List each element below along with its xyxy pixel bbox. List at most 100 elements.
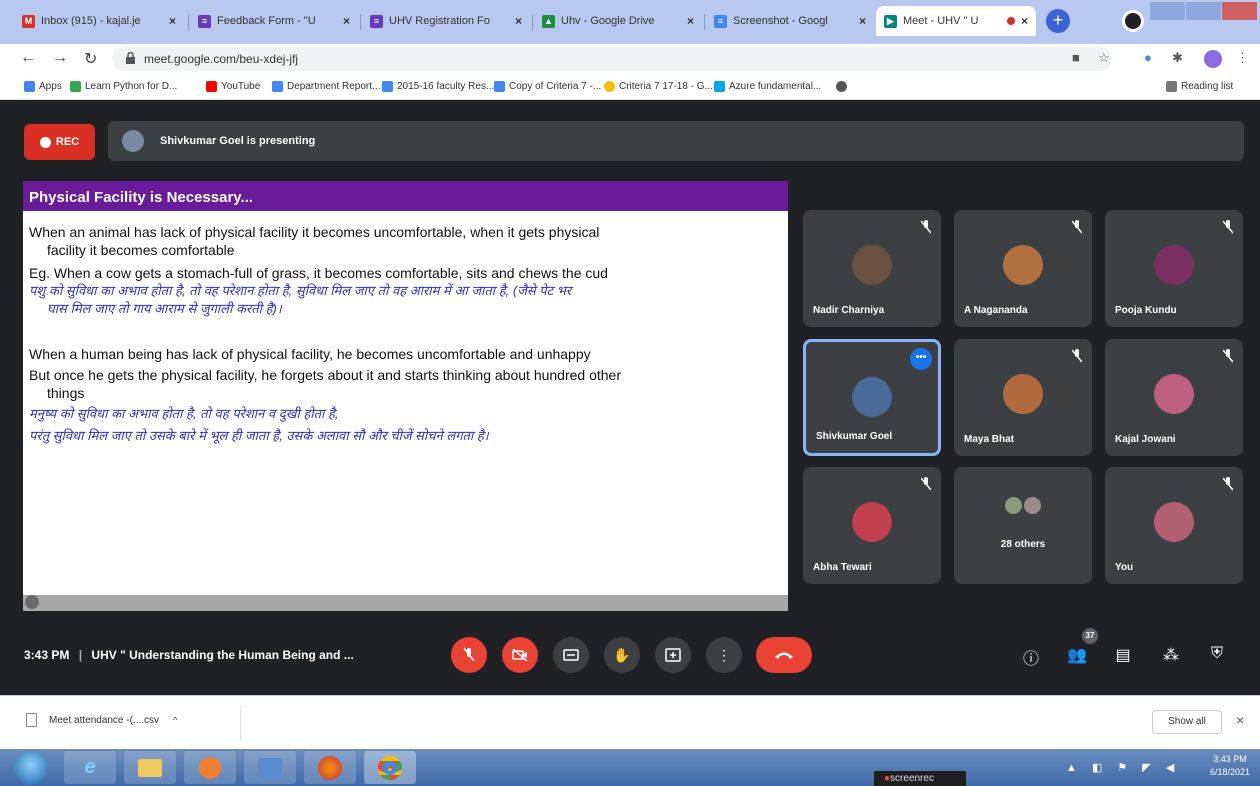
mic-off-icon — [921, 477, 931, 491]
app-icon[interactable] — [244, 751, 296, 784]
tab-uhv-registration[interactable]: ≡ UHV Registration Fo × — [362, 6, 530, 36]
meeting-info: 3:43 PM | UHV " Understanding the Human … — [24, 648, 354, 662]
forms-icon: ≡ — [370, 14, 383, 28]
bookmark-python[interactable]: Learn Python for D... — [70, 81, 177, 92]
close-tab-icon[interactable]: × — [1021, 14, 1028, 28]
window-controls — [1150, 2, 1258, 20]
menu-kebab-icon[interactable]: ⋮ — [1236, 50, 1249, 66]
reload-icon[interactable]: ↻ — [84, 49, 97, 69]
participant-tile[interactable]: Abha Tewari — [803, 467, 941, 584]
close-tab-icon[interactable]: × — [169, 14, 176, 28]
self-tile[interactable]: You — [1105, 467, 1243, 584]
reading-list-button[interactable]: Reading list — [1166, 81, 1233, 92]
bookmark-apps[interactable]: Apps — [24, 81, 62, 92]
close-tab-icon[interactable]: × — [859, 14, 866, 28]
presenter-avatar — [122, 130, 144, 152]
more-options-button[interactable]: ⋮ — [706, 637, 742, 673]
tab-screenshot[interactable]: ≡ Screenshot - Googl × — [706, 6, 874, 36]
participant-tile-active[interactable]: ••• Shivkumar Goel — [803, 339, 941, 456]
bookmark-criteria[interactable]: Criteria 7 17-18 - G... — [604, 81, 713, 92]
rec-label: REC — [55, 136, 80, 148]
close-tab-icon[interactable]: × — [515, 14, 522, 28]
internet-explorer-icon[interactable]: e — [64, 751, 116, 784]
gmail-icon: M — [22, 14, 35, 28]
media-player-icon[interactable] — [184, 751, 236, 784]
download-item[interactable]: Meet attendance -(....csv ^ — [26, 713, 177, 727]
slide-hindi-text: घास मिल जाए तो गाय आराम से जुगाली करती ह… — [47, 301, 282, 316]
bookmark-label: YouTube — [221, 81, 261, 92]
extensions-puzzle-icon[interactable]: ✱ — [1172, 50, 1183, 66]
address-bar[interactable]: meet.google.com/beu-xdej-jfj — [112, 47, 1112, 71]
host-controls-icon[interactable]: ⛨ — [1206, 645, 1228, 663]
extension-icon[interactable]: ● — [1144, 50, 1152, 65]
new-tab-button[interactable]: + — [1046, 9, 1070, 33]
forward-icon[interactable]: → — [52, 49, 68, 67]
bookmark-azure[interactable]: Azure fundamental... — [714, 81, 821, 92]
firefox-icon[interactable] — [304, 751, 356, 784]
start-button[interactable] — [14, 751, 48, 785]
close-tab-icon[interactable]: × — [687, 14, 694, 28]
others-avatars — [1005, 497, 1043, 514]
activities-icon[interactable]: ⁂ — [1160, 645, 1182, 665]
captions-icon — [563, 649, 579, 661]
drive-icon: ▲ — [542, 14, 555, 28]
bookmark-globe[interactable] — [836, 81, 851, 92]
bookmark-faculty[interactable]: 2015-16 faculty Res... — [382, 81, 494, 92]
bookmark-dept-report[interactable]: Department Report... — [272, 81, 380, 92]
bookmark-star-icon[interactable]: ☆ — [1098, 50, 1110, 66]
people-icon[interactable]: 👥 — [1066, 645, 1088, 665]
back-icon[interactable]: ← — [20, 49, 36, 67]
more-options-icon[interactable]: ••• — [910, 348, 932, 370]
slide-hindi-text: मनुष्य को सुविधा का अभाव होता है, तो वह … — [29, 406, 339, 421]
mic-toggle-button[interactable] — [451, 637, 487, 673]
tab-google-drive[interactable]: ▲ Uhv - Google Drive × — [534, 6, 702, 36]
system-tray[interactable]: ▲ ◧ ⚑ ◤ ◀ — [1066, 761, 1180, 774]
participant-tile[interactable]: Kajal Jowani — [1105, 339, 1243, 456]
tab-feedback-form[interactable]: ≡ Feedback Form - "U × — [190, 6, 358, 36]
slide-toggle-icon[interactable] — [25, 595, 39, 609]
others-tile[interactable]: 28 others — [954, 467, 1092, 584]
bookmark-criteria-copy[interactable]: Copy of Criteria 7 -... — [494, 81, 601, 92]
maximize-button[interactable] — [1186, 2, 1221, 20]
bookmark-icon — [70, 81, 81, 92]
close-window-button[interactable] — [1222, 2, 1257, 20]
bookmark-label: Department Report... — [287, 81, 381, 92]
slide-text: Eg. When a cow gets a stomach-full of gr… — [29, 265, 608, 281]
captions-button[interactable] — [553, 637, 589, 673]
tab-label: Meet - UHV " U — [903, 15, 979, 27]
chevron-up-icon[interactable]: ^ — [173, 715, 177, 725]
show-all-button[interactable]: Show all — [1152, 710, 1222, 734]
slide-text: things — [47, 385, 85, 401]
participant-tile[interactable]: Maya Bhat — [954, 339, 1092, 456]
chrome-icon[interactable] — [364, 751, 416, 784]
recording-button[interactable]: REC — [24, 124, 95, 160]
end-call-button[interactable] — [756, 637, 812, 673]
account-avatar[interactable] — [1204, 50, 1222, 68]
participant-tile[interactable]: Pooja Kundu — [1105, 210, 1243, 327]
taskbar-clock[interactable]: 3:43 PM 6/18/2021 — [1206, 753, 1254, 779]
camera-in-use-icon[interactable]: ■ — [1072, 50, 1080, 65]
lock-icon — [126, 52, 135, 64]
camera-toggle-button[interactable] — [502, 637, 538, 673]
participant-avatar — [1024, 497, 1041, 514]
participant-tile[interactable]: A Nagananda — [954, 210, 1092, 327]
bookmark-youtube[interactable]: YouTube — [206, 81, 260, 92]
meeting-details-icon[interactable]: ⓘ — [1020, 645, 1042, 669]
tab-inbox[interactable]: M Inbox (915) - kajal.je × — [14, 6, 184, 36]
close-tab-icon[interactable]: × — [343, 14, 350, 28]
present-button[interactable] — [655, 637, 691, 673]
apps-grid-icon — [24, 81, 35, 92]
tab-meet[interactable]: ▶ Meet - UHV " U × — [876, 6, 1036, 36]
chat-icon[interactable]: ▤ — [1112, 645, 1134, 665]
file-explorer-icon[interactable] — [124, 751, 176, 784]
minimize-button[interactable] — [1150, 2, 1185, 20]
bookmark-label: Learn Python for D... — [85, 81, 178, 92]
raise-hand-button[interactable]: ✋ — [604, 637, 640, 673]
close-downloads-icon[interactable]: × — [1236, 712, 1244, 728]
bookmark-label: Criteria 7 17-18 - G... — [619, 81, 713, 92]
profile-icon[interactable] — [1122, 10, 1144, 32]
tab-divider — [360, 14, 361, 30]
participant-tile[interactable]: Nadir Charniya — [803, 210, 941, 327]
globe-icon — [836, 81, 847, 92]
mic-off-icon — [1223, 220, 1233, 234]
